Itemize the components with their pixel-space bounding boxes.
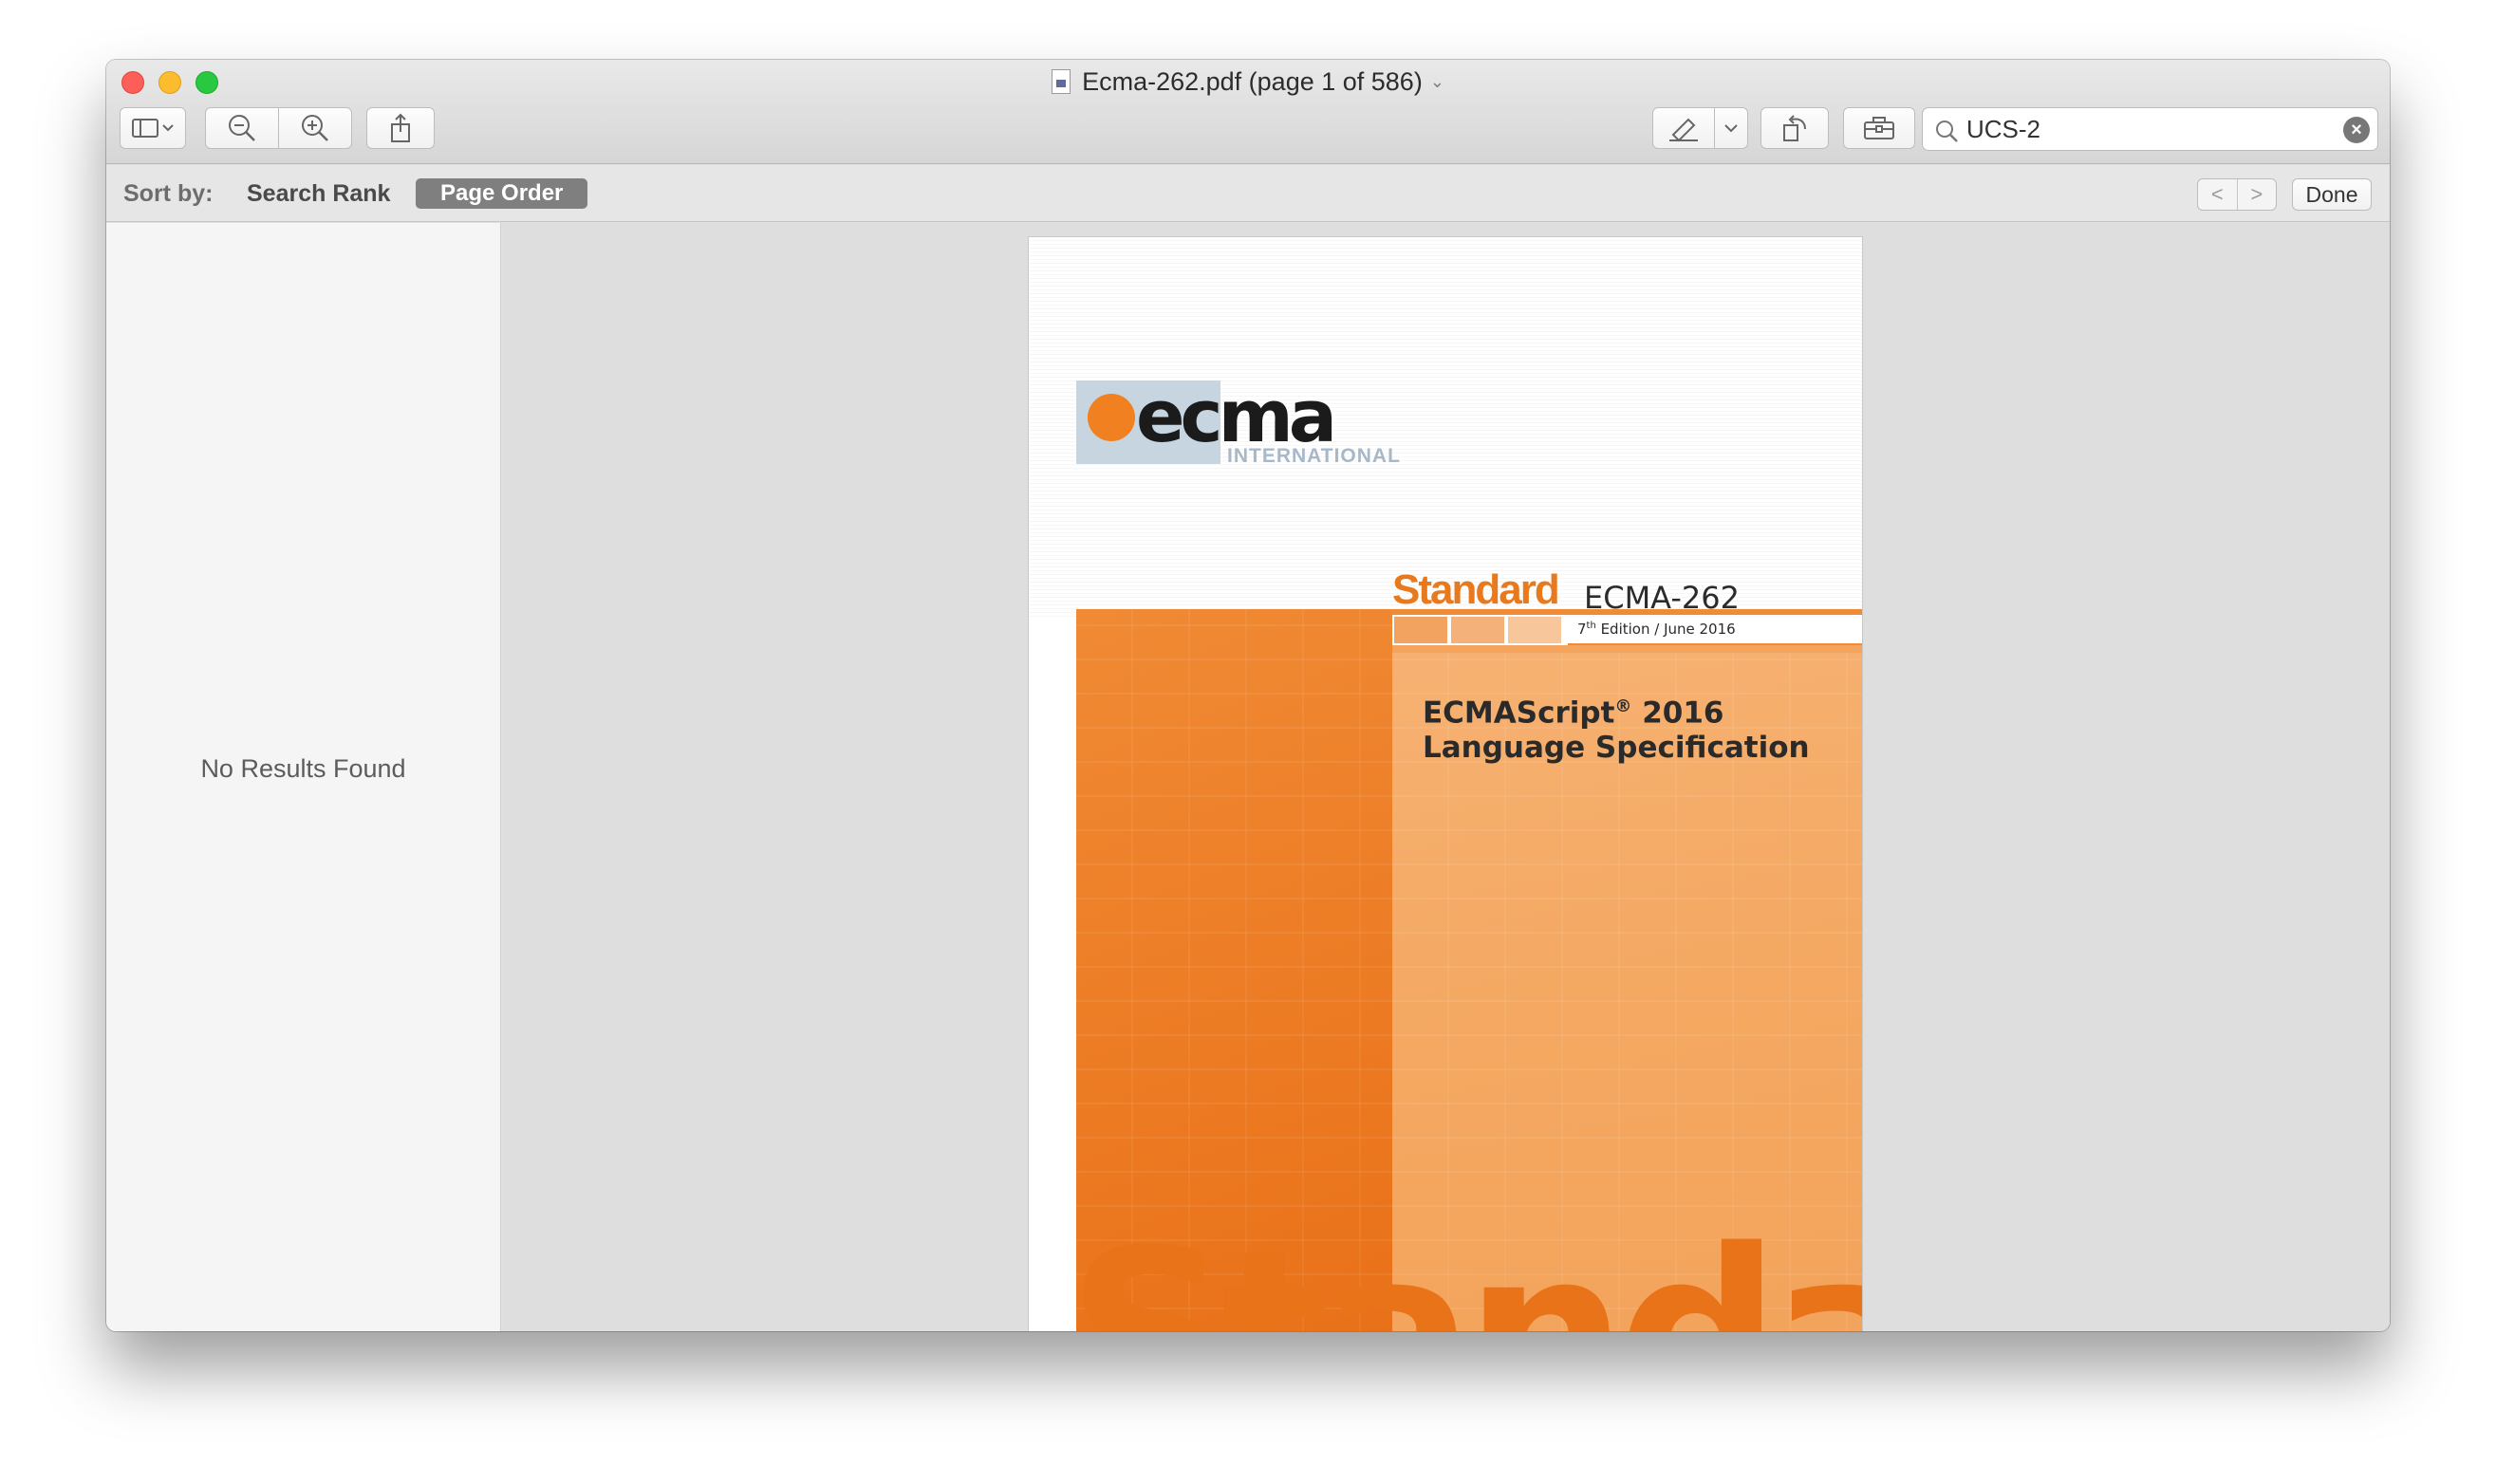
zoom-out-icon [229,115,255,141]
window-title-text: Ecma-262.pdf (page 1 of 586) [1082,67,1423,96]
zoom-in-button[interactable] [278,107,352,149]
sort-search-rank-button[interactable]: Search Rank [247,165,390,222]
titlebar: Ecma-262.pdf (page 1 of 586) ⌄ UCS-2 × [106,60,2390,164]
highlighter-icon [1669,118,1698,142]
standard-label: Standard [1392,566,1560,613]
zoom-out-button[interactable] [205,107,279,149]
big-standard-watermark: Standard [1067,1219,1862,1331]
spec-title: ECMAScript® 2016 Language Specification [1423,696,1810,766]
next-result-button[interactable]: > [2238,179,2277,210]
markup-options-button[interactable] [1714,107,1748,149]
share-button[interactable] [366,107,435,149]
window-title[interactable]: Ecma-262.pdf (page 1 of 586) ⌄ [106,65,2390,98]
cover-tile [1451,617,1504,643]
find-bar: Sort by: Search Rank Page Order < > Done [106,165,2390,222]
cover-tile [1394,617,1447,643]
search-results-sidebar[interactable]: No Results Found [106,223,501,1331]
clear-search-icon[interactable]: × [2343,117,2370,143]
cover-strip [1392,645,1862,653]
rotate-icon [1783,115,1806,141]
ecma-logo-subtitle: INTERNATIONAL [1227,445,1401,467]
standard-number: ECMA-262 [1584,580,1740,616]
ecma-logo-word: ecma [1136,374,1337,458]
chevron-down-icon [1724,124,1738,133]
no-results-message: No Results Found [200,754,406,783]
rotate-button[interactable] [1760,107,1829,149]
share-icon [391,113,410,142]
pdf-page[interactable]: ecma INTERNATIONAL 7th Edition / June 20… [1029,237,1862,1331]
previous-result-button[interactable]: < [2198,179,2238,210]
toolbox-icon [1864,117,1894,139]
zoom-in-icon [302,115,328,141]
cover-tile [1508,617,1561,643]
markup-highlight-button[interactable] [1652,107,1715,149]
pdf-document-icon [1052,69,1071,94]
edition-text: 7th Edition / June 2016 [1577,621,1736,638]
search-input[interactable]: UCS-2 [1966,108,2040,150]
sidebar-view-button[interactable] [120,107,186,149]
preview-window: Ecma-262.pdf (page 1 of 586) ⌄ UCS-2 × S… [106,60,2390,1331]
search-field[interactable]: UCS-2 × [1922,107,2378,151]
title-chevron-down-icon: ⌄ [1429,72,1444,91]
document-view[interactable]: ecma INTERNATIONAL 7th Edition / June 20… [502,223,2390,1331]
sort-by-label: Sort by: [123,180,214,207]
done-button[interactable]: Done [2292,178,2372,211]
sidebar-icon [132,119,174,138]
result-navigation: < > [2197,178,2277,211]
ecma-logo-dot [1088,394,1135,441]
markup-toolbar-button[interactable] [1843,107,1915,149]
search-icon [1936,121,1958,142]
sort-page-order-button[interactable]: Page Order [416,178,588,209]
